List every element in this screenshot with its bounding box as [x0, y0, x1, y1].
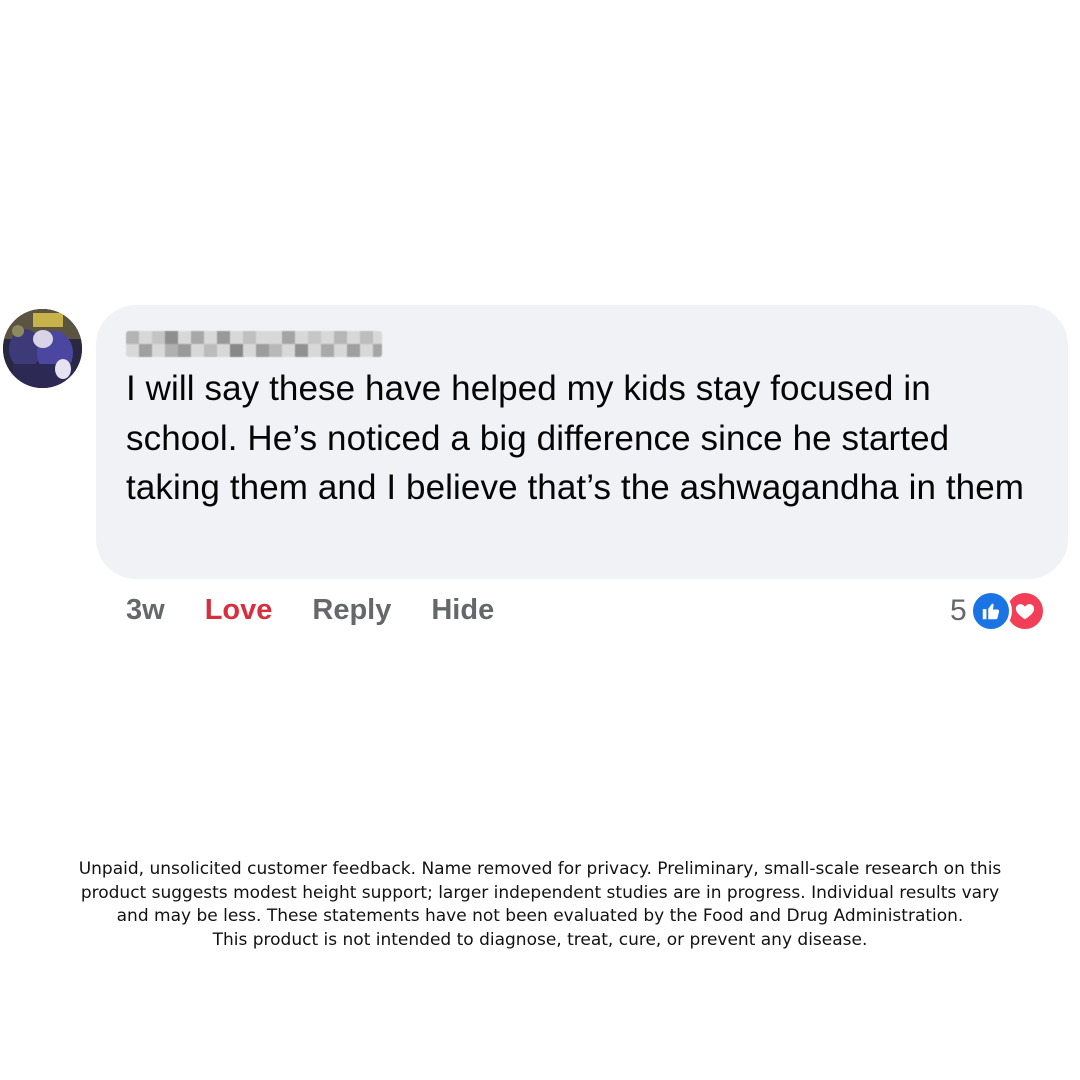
author-name-pixelated[interactable] [126, 331, 382, 357]
disclaimer-line: and may be less. These statements have n… [116, 906, 964, 926]
thumbs-up-glyph [982, 603, 999, 620]
pixelation-mosaic [126, 331, 382, 357]
reaction-count: 5 [950, 594, 967, 627]
disclaimer-line: This product is not intended to diagnose… [212, 929, 868, 950]
disclaimer-line: product suggests modest height support; … [80, 882, 1000, 903]
disclaimer: Unpaid, unsolicited customer feedback. N… [40, 858, 1040, 952]
comment-timestamp[interactable]: 3w [126, 594, 165, 627]
avatar[interactable] [3, 309, 82, 388]
like-icon [969, 590, 1012, 632]
love-reaction-button[interactable]: Love [205, 594, 273, 627]
avatar-photo [3, 309, 82, 388]
comment-text: I will say these have helped my kids sta… [126, 369, 1025, 507]
reaction-summary[interactable]: 5 [950, 589, 1046, 633]
disclaimer-line: Unpaid, unsolicited customer feedback. N… [78, 859, 1002, 879]
reply-button[interactable]: Reply [312, 594, 391, 627]
hide-button[interactable]: Hide [431, 594, 494, 627]
heart-glyph [1015, 604, 1034, 620]
comment-actions: 3w Love Reply Hide [126, 590, 494, 630]
